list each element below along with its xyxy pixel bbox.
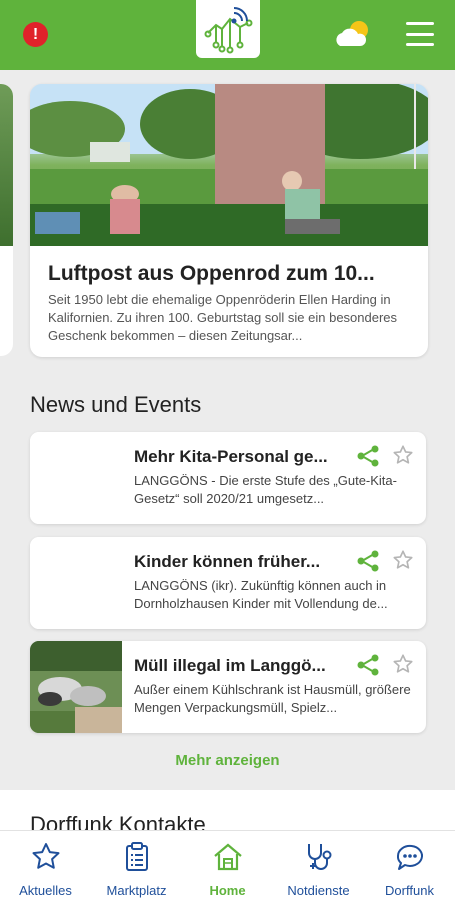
news-card[interactable]: Kinder können früher... LANGGÖNS (ikr). … xyxy=(30,537,426,629)
nav-item-marktplatz[interactable]: Marktplatz xyxy=(91,841,182,898)
nav-label: Aktuelles xyxy=(19,883,72,898)
nav-label: Notdienste xyxy=(287,883,350,898)
hero-image xyxy=(30,84,428,246)
favorite-star-icon[interactable] xyxy=(392,549,414,571)
hamburger-menu-icon[interactable] xyxy=(406,22,434,46)
favorite-star-icon[interactable] xyxy=(392,653,414,675)
news-thumbnail xyxy=(30,641,122,733)
news-card[interactable]: Mehr Kita-Personal ge... LANGGÖNS - Die … xyxy=(30,432,426,524)
village-network-logo-icon xyxy=(204,7,253,54)
favorite-star-icon[interactable] xyxy=(392,444,414,466)
nav-item-dorffunk[interactable]: Dorffunk xyxy=(364,841,455,898)
bottom-navigation: Aktuelles Marktplatz Home Notdienste Dor… xyxy=(0,830,455,900)
news-title[interactable]: Kinder können früher... xyxy=(134,552,344,572)
news-title[interactable]: Mehr Kita-Personal ge... xyxy=(134,447,344,467)
sun-cloud-icon xyxy=(336,21,368,46)
news-teaser: LANGGÖNS (ikr). Zukünftig können auch in… xyxy=(134,578,388,611)
share-icon[interactable] xyxy=(356,444,380,468)
news-thumbnail xyxy=(30,537,122,629)
app-logo[interactable] xyxy=(196,0,260,58)
share-icon[interactable] xyxy=(356,653,380,677)
news-teaser: Außer einem Kühlschrank ist Hausmüll, gr… xyxy=(134,682,411,715)
hero-title[interactable]: Luftpost aus Oppenrod zum 10... xyxy=(48,262,413,286)
news-thumbnail xyxy=(30,432,122,524)
top-app-bar: ! xyxy=(0,0,455,70)
share-icon[interactable] xyxy=(356,549,380,573)
news-title[interactable]: Müll illegal im Langgö... xyxy=(134,656,344,676)
stethoscope-icon xyxy=(307,844,331,870)
chat-bubble-icon xyxy=(396,844,423,870)
hero-card[interactable]: Luftpost aus Oppenrod zum 10... Seit 195… xyxy=(30,84,428,357)
nav-label: Dorffunk xyxy=(385,883,434,898)
news-teaser: LANGGÖNS - Die erste Stufe des „Gute-Kit… xyxy=(134,473,397,506)
nav-item-home[interactable]: Home xyxy=(182,841,273,898)
nav-label: Marktplatz xyxy=(106,883,167,898)
nav-label: Home xyxy=(209,883,246,898)
star-icon xyxy=(32,843,59,869)
home-icon xyxy=(213,843,242,871)
clipboard-icon xyxy=(125,842,148,871)
hero-teaser: Seit 1950 lebt die ehemalige Oppenröderi… xyxy=(48,292,398,343)
nav-item-notdienste[interactable]: Notdienste xyxy=(273,841,364,898)
weather-icon[interactable] xyxy=(332,18,372,50)
nav-item-aktuelles[interactable]: Aktuelles xyxy=(0,841,91,898)
alert-icon[interactable]: ! xyxy=(23,22,48,47)
previous-hero-card[interactable] xyxy=(0,84,13,356)
show-more-link[interactable]: Mehr anzeigen xyxy=(0,752,455,769)
section-title-news: News und Events xyxy=(30,392,202,417)
news-card[interactable]: Müll illegal im Langgö... Außer einem Kü… xyxy=(30,641,426,733)
